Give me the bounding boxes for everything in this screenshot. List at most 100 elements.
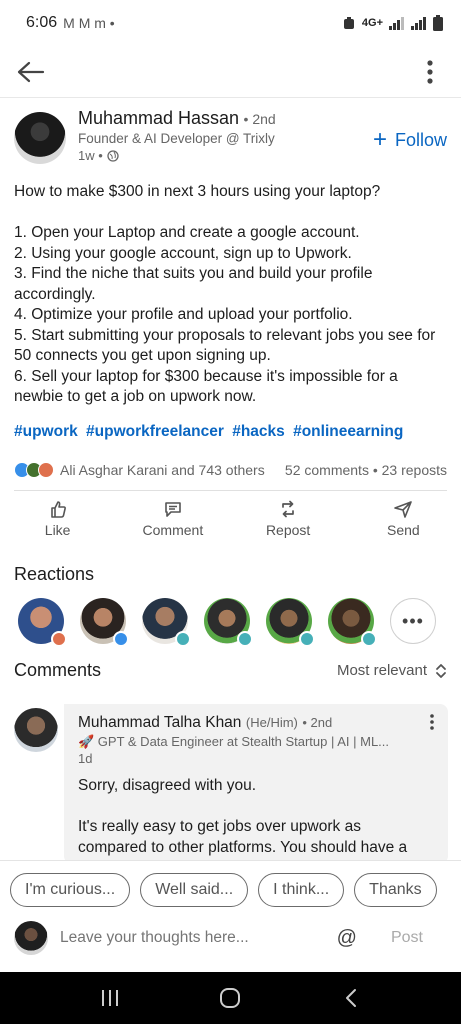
recents-icon: [102, 990, 119, 1006]
sort-label: Most relevant: [336, 662, 427, 679]
post-author-row: Muhammad Hassan • 2nd Founder & AI Devel…: [0, 108, 461, 174]
chevron-up-down-icon: [436, 663, 446, 678]
author-name[interactable]: Muhammad Hassan: [78, 108, 239, 128]
hashtag-link[interactable]: #upworkfreelancer: [86, 423, 224, 440]
reaction-type-icons[interactable]: [14, 461, 54, 478]
reactions-summary[interactable]: Ali Asghar Karani and 743 others: [60, 462, 265, 478]
support-reaction-icon: [361, 631, 377, 647]
suggestion-chip[interactable]: I'm curious...: [10, 873, 131, 907]
reactor-avatar[interactable]: [142, 598, 191, 647]
commenter-avatar[interactable]: [14, 708, 58, 752]
repost-icon: [282, 500, 294, 517]
post-body: How to make $300 in next 3 hours using y…: [14, 183, 436, 405]
social-counts: Ali Asghar Karani and 743 others 52 comm…: [0, 442, 461, 478]
alarm-icon: [343, 17, 354, 29]
notification-icons: M M m •: [63, 15, 115, 31]
commenter-degree: • 2nd: [302, 715, 333, 730]
comment-composer-panel: I'm curious... Well said... I think... T…: [0, 860, 461, 972]
thumbs-up-icon: [50, 500, 66, 518]
commenter-headline: 🚀 GPT & Data Engineer at Stealth Startup…: [78, 734, 390, 749]
status-time: 6:06: [26, 14, 58, 31]
network-label: 4G+: [361, 17, 383, 29]
comment-menu-button[interactable]: [430, 714, 434, 735]
love-reaction-icon: [51, 631, 67, 647]
mention-button[interactable]: @: [337, 927, 357, 950]
post-hashtags: #upwork #upworkfreelancer #hacks #online…: [0, 408, 461, 442]
comment-bubble: Muhammad Talha Khan (He/Him) • 2nd 🚀 GPT…: [64, 704, 448, 864]
chevron-left-icon: [345, 989, 356, 1007]
overflow-menu-button[interactable]: [413, 55, 447, 89]
commenter-pronouns: (He/Him): [245, 715, 298, 730]
comments-header: Comments Most relevant: [0, 660, 461, 681]
globe-icon: [107, 149, 119, 162]
system-nav-bar: [0, 972, 461, 1024]
like-button[interactable]: Like: [8, 499, 108, 543]
comments-reposts-count[interactable]: 52 comments • 23 reposts: [285, 462, 447, 478]
suggestion-chip[interactable]: Well said...: [140, 873, 249, 907]
author-info: Muhammad Hassan • 2nd Founder & AI Devel…: [78, 108, 373, 174]
signal-icon: [389, 17, 404, 30]
follow-button[interactable]: + Follow: [373, 128, 447, 152]
more-reactions-button[interactable]: •••: [390, 598, 436, 644]
post-time: 1w •: [78, 148, 103, 163]
comment-button[interactable]: Comment: [123, 499, 223, 543]
hashtag-link[interactable]: #onlineearning: [293, 423, 403, 440]
love-reaction-icon: [38, 461, 54, 478]
repost-label: Repost: [265, 521, 311, 538]
reactor-avatar[interactable]: [328, 598, 377, 647]
recents-button[interactable]: [88, 976, 132, 1020]
author-degree: • 2nd: [243, 111, 276, 127]
support-reaction-icon: [175, 631, 191, 647]
more-icon: •••: [402, 610, 424, 631]
signal-icon-2: [411, 17, 426, 30]
support-reaction-icon: [237, 631, 253, 647]
commenter-name[interactable]: Muhammad Talha Khan: [78, 714, 241, 731]
post-meta: 1w •: [78, 148, 373, 163]
more-vertical-icon: [430, 714, 434, 730]
system-back-button[interactable]: [329, 976, 373, 1020]
suggestion-chip[interactable]: I think...: [258, 873, 345, 907]
send-icon: [394, 500, 413, 518]
app-bar: [0, 46, 461, 98]
suggestion-chip[interactable]: Thanks: [354, 873, 437, 907]
comment-icon: [165, 501, 181, 517]
reactor-avatar[interactable]: [204, 598, 253, 647]
arrow-left-icon: [17, 61, 45, 82]
suggestion-chips: I'm curious... Well said... I think... T…: [0, 861, 461, 907]
post-comment-button[interactable]: Post: [391, 929, 423, 947]
status-bar: 6:06 M M m • 4G+: [0, 0, 461, 46]
reactor-avatar[interactable]: [18, 598, 67, 647]
support-reaction-icon: [299, 631, 315, 647]
comment-label: Comment: [142, 521, 204, 538]
reactor-avatar[interactable]: [266, 598, 315, 647]
author-avatar[interactable]: [14, 112, 66, 164]
home-button[interactable]: [208, 976, 252, 1020]
back-button[interactable]: [14, 55, 48, 89]
plus-icon: +: [372, 126, 387, 153]
reactors-row: •••: [18, 598, 436, 647]
more-vertical-icon: [427, 59, 433, 84]
author-headline: Founder & AI Developer @ Trixly: [78, 131, 275, 146]
home-icon: [220, 988, 241, 1008]
battery-icon: [433, 15, 443, 31]
comment-time: 1d: [78, 751, 93, 766]
comment-input[interactable]: [60, 929, 337, 947]
hashtag-link[interactable]: #upwork: [14, 423, 78, 440]
comment-text: Sorry, disagreed with you. It's really e…: [78, 777, 408, 864]
send-button[interactable]: Send: [353, 499, 453, 543]
comment-item: Muhammad Talha Khan (He/Him) • 2nd 🚀 GPT…: [14, 704, 448, 864]
send-label: Send: [387, 521, 420, 538]
post-action-bar: Like Comment Repost Send: [0, 491, 461, 543]
follow-label: Follow: [394, 129, 447, 150]
like-reaction-icon: [113, 631, 129, 647]
repost-button[interactable]: Repost: [238, 499, 338, 543]
hashtag-link[interactable]: #hacks: [232, 423, 285, 440]
compose-row: @ Post: [0, 907, 461, 955]
like-label: Like: [44, 521, 71, 538]
my-avatar: [14, 921, 48, 955]
reactor-avatar[interactable]: [80, 598, 129, 647]
reactions-title: Reactions: [14, 564, 95, 584]
post: Muhammad Hassan • 2nd Founder & AI Devel…: [0, 108, 461, 543]
comments-title: Comments: [14, 660, 102, 680]
sort-dropdown[interactable]: Most relevant: [337, 662, 447, 679]
